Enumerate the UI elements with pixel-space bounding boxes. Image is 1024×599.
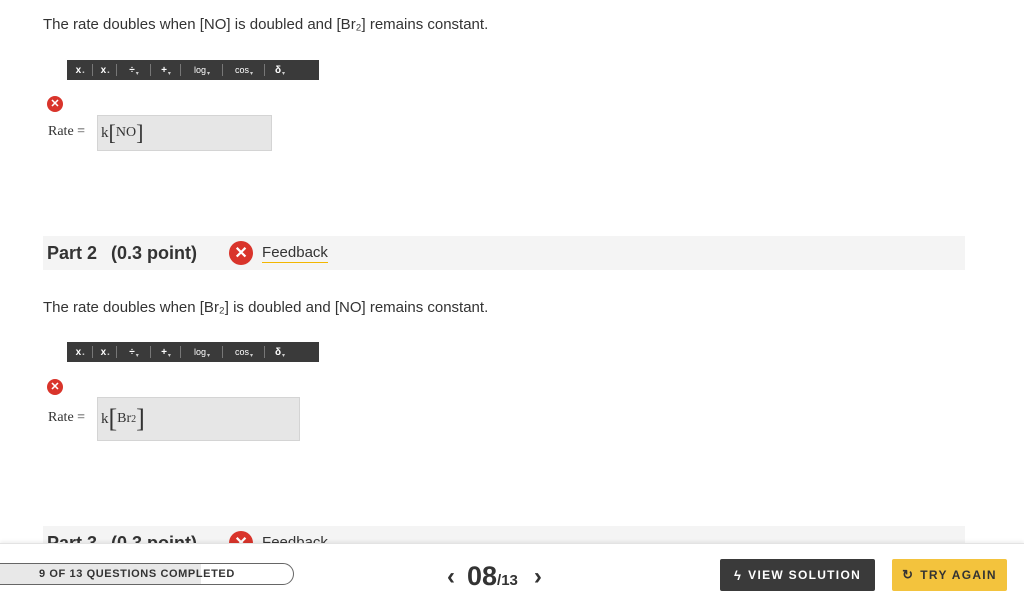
incorrect-icon: ✕ <box>47 96 63 112</box>
log-button[interactable]: log ▾ <box>181 342 223 362</box>
part2-statement: The rate doubles when [Br₂] is doubled a… <box>43 299 489 316</box>
feedback-link[interactable]: Feedback <box>262 534 328 544</box>
total-questions: /13 <box>497 572 518 589</box>
part-points: (0.3 point) <box>111 532 198 544</box>
open-bracket: [ <box>108 120 116 145</box>
answer-input-1[interactable]: k [ NO ] <box>97 115 272 151</box>
part3-header: Part 3 (0.3 point) ✕ Feedback <box>43 526 965 543</box>
view-solution-label: VIEW SOLUTION <box>748 568 862 582</box>
footer-bar: 9 OF 13 QUESTIONS COMPLETED ‹ 08 /13 › ϟ… <box>0 543 1024 599</box>
subscript-button[interactable]: x ▪ <box>93 60 117 80</box>
close-bracket: ] <box>136 404 145 433</box>
part-title: Part 2 <box>47 242 98 263</box>
greek-button[interactable]: δ ▾ <box>265 60 295 80</box>
operators-button[interactable]: + ▾ <box>151 342 181 362</box>
chevron-right-icon[interactable]: › <box>528 563 548 591</box>
part-points: (0.3 point) <box>111 242 198 263</box>
bolt-icon: ϟ <box>733 567 743 583</box>
retry-icon: ↻ <box>902 567 915 582</box>
log-button[interactable]: log ▾ <box>181 60 223 80</box>
feedback-link[interactable]: Feedback <box>262 244 328 263</box>
part2-header: Part 2 (0.3 point) ✕ Feedback <box>43 236 965 270</box>
rate-constant: k <box>101 124 109 141</box>
rate-label: Rate = <box>48 410 86 425</box>
open-bracket: [ <box>108 404 118 433</box>
fraction-button[interactable]: ÷ ▾ <box>117 60 151 80</box>
subscript-button[interactable]: x ▪ <box>93 342 117 362</box>
species: Br <box>117 411 132 426</box>
trig-button[interactable]: cos ▾ <box>223 342 265 362</box>
try-again-button[interactable]: ↻ TRY AGAIN <box>892 559 1007 591</box>
chevron-left-icon[interactable]: ‹ <box>441 563 461 591</box>
superscript-button[interactable]: x ▪ <box>67 60 93 80</box>
fraction-button[interactable]: ÷ ▾ <box>117 342 151 362</box>
incorrect-icon: ✕ <box>229 531 254 543</box>
try-again-label: TRY AGAIN <box>920 568 997 582</box>
progress-bar: 9 OF 13 QUESTIONS COMPLETED <box>0 563 294 585</box>
rate-label: Rate = <box>48 124 86 139</box>
view-solution-button[interactable]: ϟ VIEW SOLUTION <box>720 559 875 591</box>
question-content: The rate doubles when [NO] is doubled an… <box>0 0 1024 543</box>
trig-button[interactable]: cos ▾ <box>223 60 265 80</box>
superscript-button[interactable]: x ▪ <box>67 342 93 362</box>
progress-text: 9 OF 13 QUESTIONS COMPLETED <box>39 568 235 580</box>
answer-input-2[interactable]: k [ Br 2 ] <box>97 397 300 441</box>
math-toolbar-1: x ▪ x ▪ ÷ ▾ + ▾ log ▾ cos ▾ δ ▾ <box>67 60 319 80</box>
question-pager: ‹ 08 /13 › <box>441 561 548 592</box>
operators-button[interactable]: + ▾ <box>151 60 181 80</box>
part1-statement: The rate doubles when [NO] is doubled an… <box>43 16 489 33</box>
incorrect-icon: ✕ <box>47 379 63 395</box>
math-toolbar-2: x ▪ x ▪ ÷ ▾ + ▾ log ▾ cos ▾ δ ▾ <box>67 342 319 362</box>
close-bracket: ] <box>136 120 144 145</box>
greek-button[interactable]: δ ▾ <box>265 342 295 362</box>
incorrect-icon: ✕ <box>229 241 254 265</box>
part-title: Part 3 <box>47 532 98 544</box>
current-question: 08 <box>467 561 498 591</box>
species: NO <box>115 125 137 140</box>
rate-constant: k <box>101 410 109 427</box>
